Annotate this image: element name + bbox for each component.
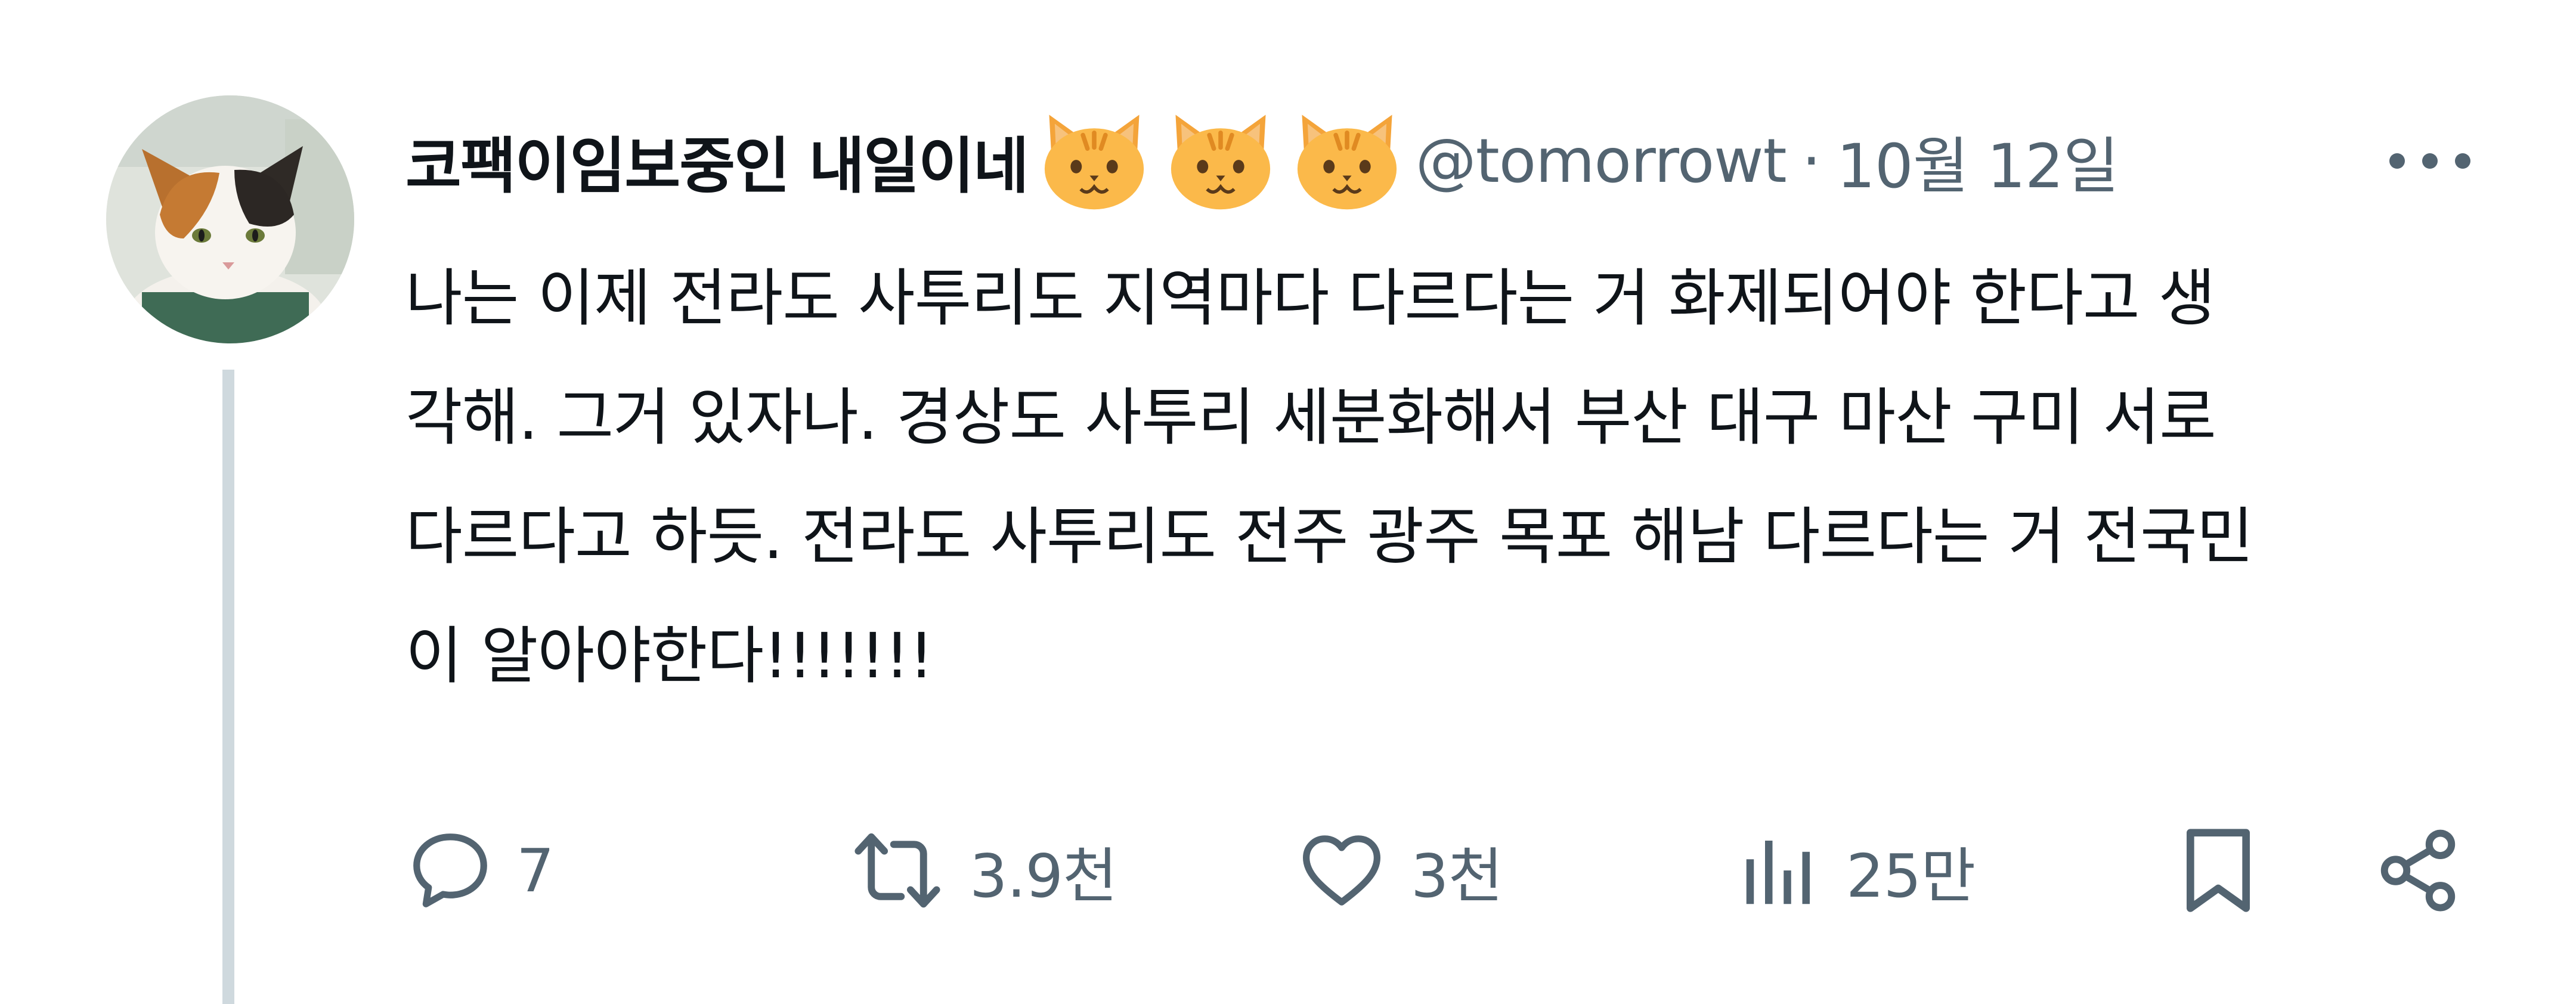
post-date[interactable]: 10월 12일 [1837, 117, 2119, 205]
post-text-line: 다르다고 하듯. 전라도 사투리도 전주 광주 목포 해남 다르다는 거 전국민 [405, 500, 2253, 573]
views-count: 25만 [1846, 841, 1976, 911]
post-text: 나는 이제 전라도 사투리도 지역마다 다르다는 거 화제되어야 한다고 생 각… [405, 238, 2481, 715]
avatar-cat-photo [106, 95, 354, 343]
cat-face-icon [1297, 114, 1397, 210]
repost-button[interactable]: 3.9천 [847, 811, 1117, 930]
avatar[interactable] [106, 95, 354, 343]
cat-face-icon [1171, 114, 1270, 210]
reply-icon [413, 833, 487, 907]
views-button[interactable]: 25만 [1735, 811, 1976, 930]
views-chart-icon [1746, 841, 1810, 904]
separator-dot: · [1801, 125, 1822, 197]
repost-icon [854, 833, 940, 908]
post-text-line: 나는 이제 전라도 사투리도 지역마다 다르다는 거 화제되어야 한다고 생 [405, 262, 2215, 334]
cat-face-icon [1044, 114, 1144, 210]
share-icon [2380, 829, 2456, 912]
bookmark-icon [2187, 829, 2250, 912]
like-button[interactable]: 3천 [1294, 811, 1503, 930]
thread-line [222, 370, 234, 1004]
like-count: 3천 [1411, 841, 1503, 911]
share-button[interactable] [2373, 811, 2463, 930]
reply-button[interactable]: 7 [405, 811, 555, 930]
reply-count: 7 [516, 835, 555, 906]
more-options-icon[interactable] [2385, 143, 2475, 179]
post-text-line: 이 알아야한다!!!!!!! [405, 619, 934, 692]
display-name[interactable]: 코팩이임보중인 내일이네 [405, 117, 1029, 205]
repost-count: 3.9천 [970, 841, 1117, 911]
heart-icon [1303, 835, 1380, 906]
post-header: 코팩이임보중인 내일이네 @tomorrowt · 10월 12일 [405, 101, 2475, 221]
action-bar: 7 3.9천 3천 25만 [405, 811, 2481, 930]
bookmark-button[interactable] [2176, 811, 2260, 930]
post-text-line: 각해. 그거 있자나. 경상도 사투리 세분화해서 부산 대구 마산 구미 서로 [405, 381, 2216, 454]
user-handle[interactable]: @tomorrowt [1416, 126, 1787, 197]
